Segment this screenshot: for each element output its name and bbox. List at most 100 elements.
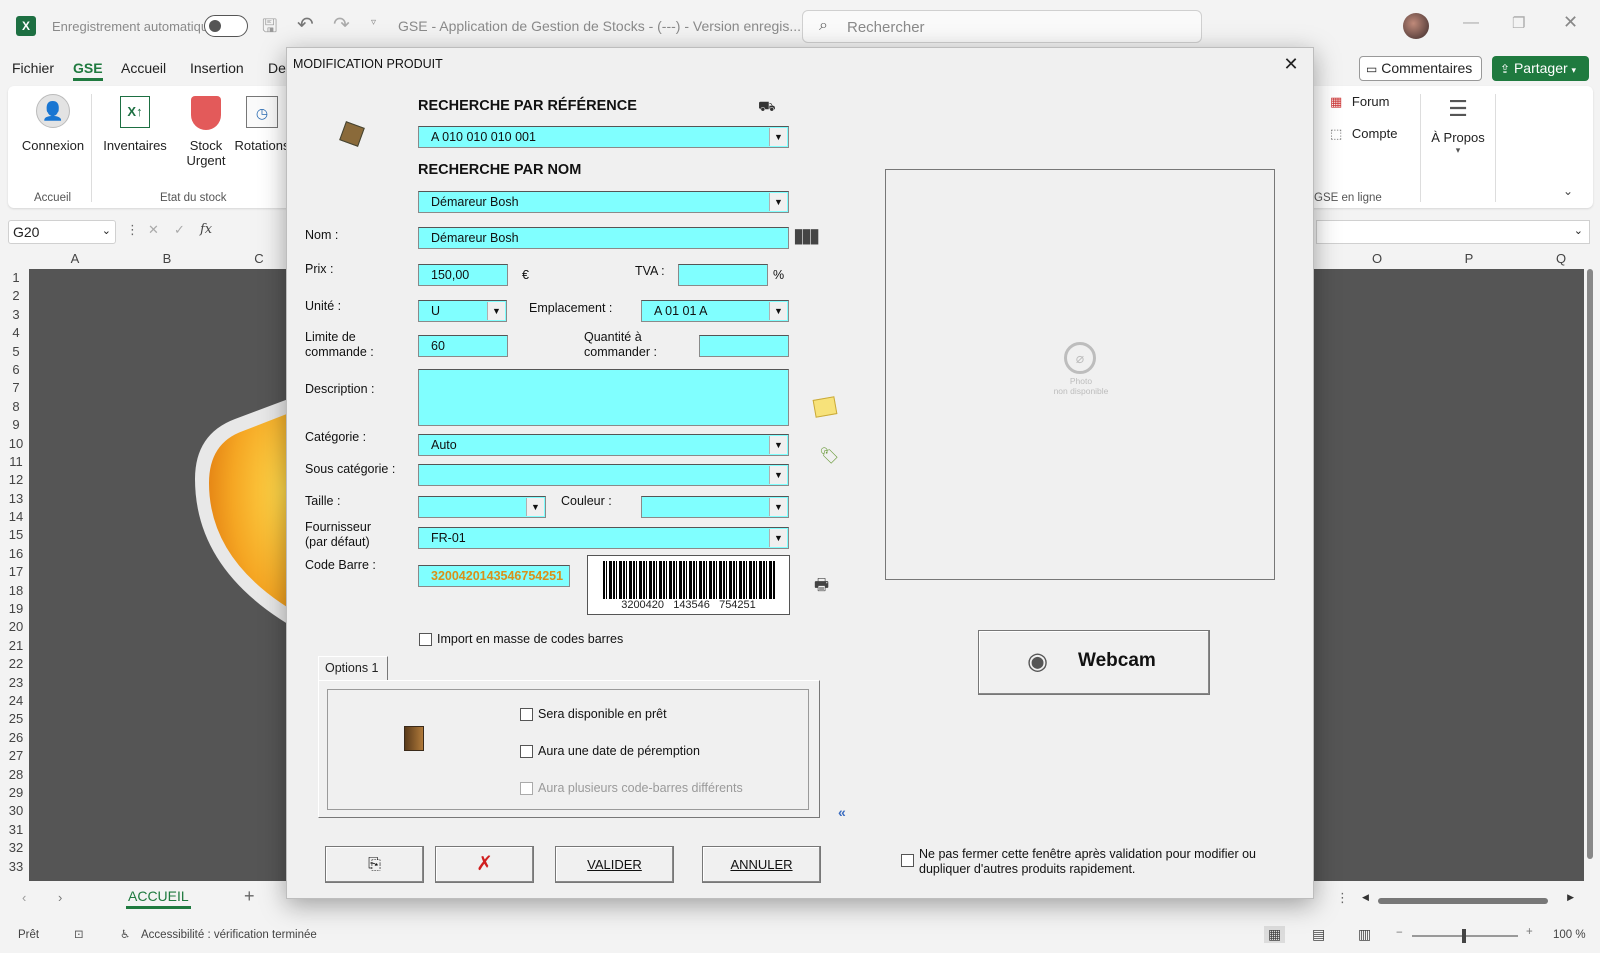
- row-header[interactable]: 5: [4, 343, 28, 361]
- redo-icon[interactable]: ↷: [333, 12, 350, 37]
- add-sheet-icon[interactable]: +: [244, 886, 255, 907]
- accessibility-icon[interactable]: ♿: [120, 927, 130, 941]
- tva-input[interactable]: [678, 264, 768, 286]
- accessibility-status[interactable]: Accessibilité : vérification terminée: [141, 929, 317, 941]
- close-window-icon[interactable]: ✕: [1563, 12, 1578, 33]
- row-header[interactable]: 27: [4, 747, 28, 765]
- stock-urgent-button[interactable]: Stock Urgent: [176, 96, 236, 168]
- column-header[interactable]: P: [1424, 251, 1514, 269]
- column-header[interactable]: O: [1332, 251, 1422, 269]
- row-header[interactable]: 2: [4, 287, 28, 305]
- quantite-input[interactable]: [699, 335, 789, 357]
- more-icon[interactable]: ⋮: [126, 222, 139, 238]
- horizontal-scrollbar[interactable]: ◀ ▶: [1360, 892, 1574, 905]
- customize-qat-icon[interactable]: ▿: [371, 17, 376, 28]
- product-photo-frame[interactable]: ⌀ Photo non disponible: [885, 169, 1275, 580]
- code-barre-input[interactable]: 3200420143546754251: [418, 565, 570, 587]
- sheet-tab-accueil[interactable]: ACCUEIL: [126, 888, 191, 909]
- dropdown-arrow-icon[interactable]: ▼: [526, 498, 544, 516]
- dropdown-arrow-icon[interactable]: ▼: [769, 466, 787, 484]
- printer-icon[interactable]: 🖶: [814, 574, 829, 601]
- dropdown-arrow-icon[interactable]: ▼: [769, 498, 787, 516]
- cancel-entry-icon[interactable]: ✕: [148, 222, 159, 238]
- notes-icon[interactable]: [812, 396, 838, 418]
- row-header[interactable]: 16: [4, 545, 28, 563]
- confirm-entry-icon[interactable]: ✓: [174, 222, 185, 238]
- zoom-level[interactable]: 100 %: [1553, 929, 1586, 941]
- unite-select[interactable]: U ▼: [418, 300, 507, 322]
- row-header[interactable]: 32: [4, 839, 28, 857]
- row-header[interactable]: 14: [4, 508, 28, 526]
- tab-insertion[interactable]: Insertion: [190, 60, 244, 76]
- valider-button[interactable]: VALIDER: [555, 846, 674, 883]
- row-header[interactable]: 13: [4, 490, 28, 508]
- prev-sheet-icon[interactable]: ‹: [22, 890, 26, 905]
- tab-fichier[interactable]: Fichier: [12, 60, 54, 76]
- row-header[interactable]: 30: [4, 802, 28, 820]
- formula-input[interactable]: ⌄: [1316, 220, 1590, 244]
- row-header[interactable]: 31: [4, 821, 28, 839]
- name-box[interactable]: G20 ⌄: [8, 220, 116, 244]
- double-chevron-left-icon[interactable]: «: [838, 804, 846, 820]
- row-header[interactable]: 9: [4, 416, 28, 434]
- pret-checkbox[interactable]: [520, 708, 533, 721]
- row-header[interactable]: 28: [4, 766, 28, 784]
- limite-input[interactable]: 60: [418, 335, 508, 357]
- avatar[interactable]: [1403, 13, 1429, 39]
- minimize-icon[interactable]: —: [1463, 14, 1479, 32]
- dropdown-arrow-icon[interactable]: ▼: [769, 193, 787, 211]
- keep-open-checkbox[interactable]: [901, 854, 914, 867]
- tab-gse[interactable]: GSE: [73, 60, 103, 81]
- row-header[interactable]: 33: [4, 858, 28, 876]
- zoom-slider[interactable]: [1412, 929, 1518, 943]
- keep-open-label[interactable]: Ne pas fermer cette fenêtre après valida…: [919, 847, 1256, 877]
- row-header[interactable]: 17: [4, 563, 28, 581]
- zoom-out-icon[interactable]: −: [1396, 927, 1403, 939]
- save-icon[interactable]: 🖫: [262, 14, 277, 44]
- peremption-label[interactable]: Aura une date de péremption: [538, 744, 700, 759]
- macro-icon[interactable]: ⊡: [74, 927, 84, 941]
- pret-label[interactable]: Sera disponible en prêt: [538, 707, 667, 722]
- row-header[interactable]: 6: [4, 361, 28, 379]
- normal-view-icon[interactable]: ▦: [1264, 926, 1286, 943]
- search-box[interactable]: ⌕ Rechercher: [802, 10, 1202, 43]
- row-header[interactable]: 1: [4, 269, 28, 287]
- compte-button[interactable]: ⬚ Compte: [1330, 126, 1397, 142]
- collapse-ribbon-icon[interactable]: ⌄: [1563, 184, 1573, 198]
- peremption-checkbox[interactable]: [520, 745, 533, 758]
- restore-icon[interactable]: ❐: [1512, 14, 1525, 32]
- row-header[interactable]: 10: [4, 435, 28, 453]
- rotations-button[interactable]: ◷ Rotations: [232, 96, 292, 153]
- column-header[interactable]: B: [122, 251, 212, 269]
- row-header[interactable]: 22: [4, 655, 28, 673]
- binders-icon[interactable]: ▮▮▮: [793, 223, 820, 248]
- row-header[interactable]: 18: [4, 582, 28, 600]
- row-header[interactable]: 4: [4, 324, 28, 342]
- autosave-toggle[interactable]: [204, 15, 248, 37]
- row-header[interactable]: 19: [4, 600, 28, 618]
- row-header[interactable]: 24: [4, 692, 28, 710]
- page-layout-icon[interactable]: ▤: [1312, 926, 1325, 943]
- row-header[interactable]: 26: [4, 729, 28, 747]
- search-ref-select[interactable]: A 010 010 010 001 ▼: [418, 126, 789, 148]
- row-header[interactable]: 15: [4, 526, 28, 544]
- row-header[interactable]: 23: [4, 674, 28, 692]
- tag-icon[interactable]: 🏷: [819, 446, 839, 466]
- delete-button[interactable]: ✗: [435, 846, 534, 883]
- row-header[interactable]: 11: [4, 453, 28, 471]
- sous-categorie-select[interactable]: ▼: [418, 464, 789, 486]
- zoom-in-icon[interactable]: +: [1526, 926, 1533, 938]
- annuler-button[interactable]: ANNULER: [702, 846, 821, 883]
- nom-input[interactable]: Démareur Bosh: [418, 227, 789, 249]
- reference-tool-icon[interactable]: ⛟: [758, 98, 776, 117]
- next-sheet-icon[interactable]: ›: [58, 890, 62, 905]
- page-break-icon[interactable]: ▥: [1358, 926, 1371, 943]
- comments-button[interactable]: ▭ Commentaires: [1359, 56, 1482, 81]
- tab-partial[interactable]: De: [268, 60, 286, 76]
- tab-options-1[interactable]: Options 1: [318, 656, 388, 681]
- inventaires-button[interactable]: X↑ Inventaires: [100, 96, 170, 153]
- share-button[interactable]: ⇪ Partager ▾: [1492, 56, 1589, 81]
- emplacement-select[interactable]: A 01 01 A ▼: [641, 300, 789, 322]
- row-header[interactable]: 21: [4, 637, 28, 655]
- row-header[interactable]: 12: [4, 471, 28, 489]
